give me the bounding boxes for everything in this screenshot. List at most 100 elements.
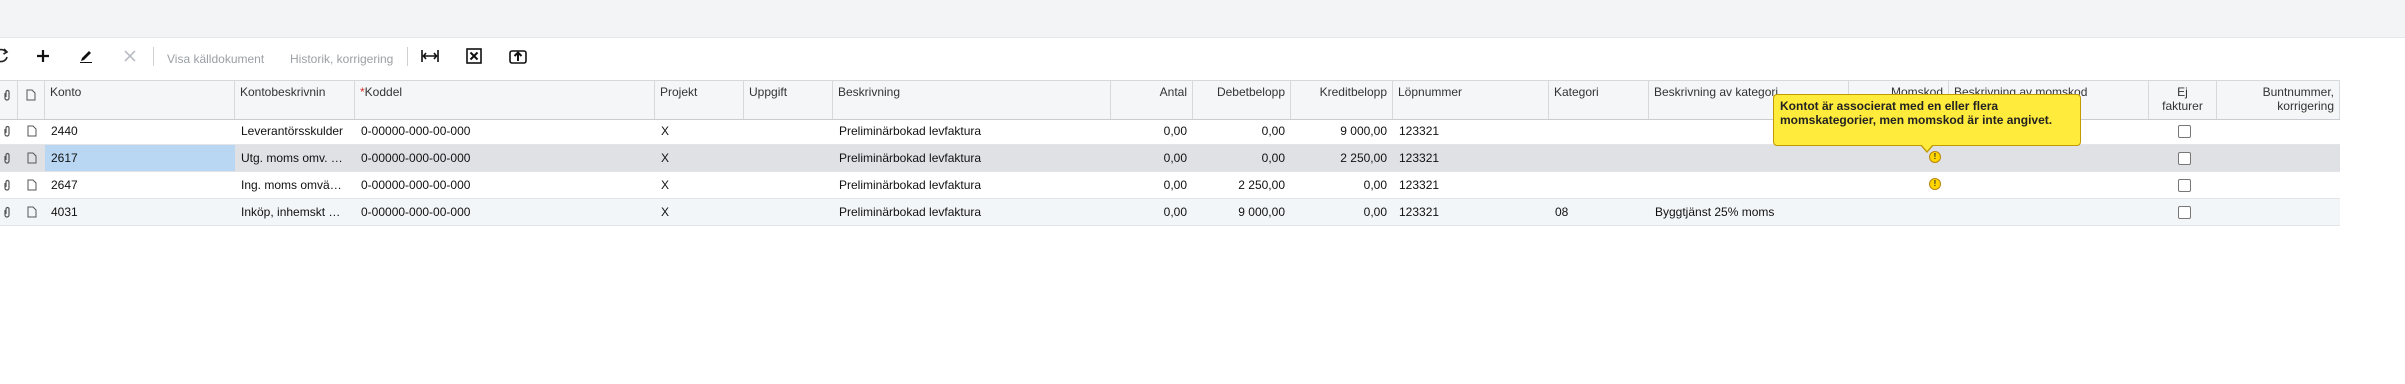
cell-projekt[interactable]: X [655,199,744,225]
cell-kontobeskrivning[interactable]: Utg. moms omv. … [235,145,355,171]
document-icon[interactable] [27,206,37,218]
warning-icon[interactable]: ! [1929,178,1941,190]
cell-antal[interactable]: 0,00 [1111,118,1193,144]
header-debetbelopp[interactable]: Debetbelopp [1193,81,1291,119]
ej-fakturerbar-checkbox[interactable] [2178,179,2191,192]
paperclip-icon [4,89,10,101]
header-ej-fakturerbar[interactable]: Ej fakturer [2149,81,2217,119]
table-row[interactable]: 2647 Ing. moms omvä… 0-00000-000-00-000 X Pr… [0,172,2340,199]
cell-koddel[interactable]: 0-00000-000-00-000 [355,118,655,144]
ej-fakturerbar-checkbox[interactable] [2178,206,2191,219]
cell-debet[interactable]: 0,00 [1193,145,1291,171]
export-icon[interactable] [508,46,528,66]
header-konto[interactable]: Konto [45,81,235,119]
cell-konto[interactable]: 2617 [45,145,235,171]
cell-koddel[interactable]: 0-00000-000-00-000 [355,199,655,225]
cell-beskrivning[interactable]: Preliminärbokad levfaktura [833,172,1111,198]
cell-kontobeskrivning[interactable]: Leverantörsskulder [235,118,355,144]
cell-besk_kategori[interactable] [1649,145,1849,171]
ej-fakturerbar-checkbox[interactable] [2178,152,2191,165]
warning-icon[interactable]: ! [1929,151,1941,163]
cell-antal[interactable]: 0,00 [1111,145,1193,171]
table-row[interactable]: 4031 Inköp, inhemskt … 0-00000-000-00-000 X… [0,199,2340,226]
top-bar [0,0,2405,38]
header-bunt-line2: korrigering [2277,99,2334,113]
header-kontobeskrivning[interactable]: Kontobeskrivnin [235,81,355,119]
cell-koddel[interactable]: 0-00000-000-00-000 [355,145,655,171]
cell-debet[interactable]: 2 250,00 [1193,172,1291,198]
cell-kategori[interactable] [1549,172,1649,198]
cell-beskrivning[interactable]: Preliminärbokad levfaktura [833,118,1111,144]
history-correction-button[interactable]: Historik, korrigering [290,52,393,66]
cell-konto[interactable]: 2440 [45,118,235,144]
header-bunt-line1: Buntnummer, [2262,85,2334,99]
document-icon [26,89,36,101]
ej-fakturerbar-checkbox[interactable] [2178,125,2191,138]
cell-antal[interactable]: 0,00 [1111,199,1193,225]
edit-icon[interactable] [76,46,96,66]
header-beskrivning[interactable]: Beskrivning [833,81,1111,119]
cell-kontobeskrivning[interactable]: Inköp, inhemskt … [235,199,355,225]
paperclip-icon[interactable] [2,125,12,137]
cell-kategori[interactable] [1549,118,1649,144]
cell-beskrivning[interactable]: Preliminärbokad levfaktura [833,199,1111,225]
fit-columns-icon[interactable] [420,46,440,66]
cell-kredit[interactable]: 0,00 [1291,199,1393,225]
cell-uppgift[interactable] [744,145,833,171]
header-ej-line2: fakturer [2162,99,2203,113]
document-icon[interactable] [27,125,37,137]
cell-kategori[interactable]: 08 [1549,199,1649,225]
cell-lopnummer[interactable]: 123321 [1393,172,1549,198]
add-icon[interactable] [33,46,53,66]
cell-beskrivning[interactable]: Preliminärbokad levfaktura [833,145,1111,171]
cell-uppgift[interactable] [744,172,833,198]
document-icon[interactable] [27,152,37,164]
validation-tooltip: Kontot är associerat med en eller flera … [1773,94,2081,146]
cell-lopnummer[interactable]: 123321 [1393,199,1549,225]
cell-kategori[interactable] [1549,145,1649,171]
header-buntnummer[interactable]: Buntnummer, korrigering [2217,81,2340,119]
cell-koddel[interactable]: 0-00000-000-00-000 [355,172,655,198]
cell-kredit[interactable]: 2 250,00 [1291,145,1393,171]
header-attachment [0,81,18,119]
cell-lopnummer[interactable]: 123321 [1393,118,1549,144]
tooltip-arrow-fill [1921,144,1933,151]
cell-kredit[interactable]: 9 000,00 [1291,118,1393,144]
cell-lopnummer[interactable]: 123321 [1393,145,1549,171]
cell-kontobeskrivning[interactable]: Ing. moms omvä… [235,172,355,198]
header-lopnummer[interactable]: Löpnummer [1393,81,1549,119]
cell-uppgift[interactable] [744,199,833,225]
paperclip-icon[interactable] [2,179,12,191]
document-icon[interactable] [27,179,37,191]
cell-projekt[interactable]: X [655,145,744,171]
cell-debet[interactable]: 9 000,00 [1193,199,1291,225]
toolbar-separator [153,47,154,66]
paperclip-icon[interactable] [2,206,12,218]
cell-debet[interactable]: 0,00 [1193,118,1291,144]
header-antal[interactable]: Antal [1111,81,1193,119]
cell-konto[interactable]: 4031 [45,199,235,225]
cell-besk_kategori[interactable]: Byggtjänst 25% moms [1649,199,1849,225]
show-source-document-button[interactable]: Visa källdokument [167,52,264,66]
paperclip-icon[interactable] [2,152,12,164]
cell-besk_kategori[interactable] [1649,172,1849,198]
header-kreditbelopp[interactable]: Kreditbelopp [1291,81,1393,119]
cell-projekt[interactable]: X [655,172,744,198]
header-koddel[interactable]: *Koddel [355,81,655,119]
header-koddel-label: Koddel [364,85,403,99]
clear-filter-icon[interactable] [464,46,484,66]
header-uppgift[interactable]: Uppgift [744,81,833,119]
cell-kredit[interactable]: 0,00 [1291,172,1393,198]
header-kategori[interactable]: Kategori [1549,81,1649,119]
refresh-icon[interactable] [0,46,12,66]
delete-icon[interactable] [120,46,140,66]
header-projekt[interactable]: Projekt [655,81,744,119]
cell-antal[interactable]: 0,00 [1111,172,1193,198]
toolbar-separator [407,47,408,66]
header-ej-line1: Ej [2177,85,2188,99]
header-note [18,81,45,119]
cell-konto[interactable]: 2647 [45,172,235,198]
cell-uppgift[interactable] [744,118,833,144]
table-row[interactable]: 2617 Utg. moms omv. … 0-00000-000-00-000 X P… [0,145,2340,172]
cell-projekt[interactable]: X [655,118,744,144]
